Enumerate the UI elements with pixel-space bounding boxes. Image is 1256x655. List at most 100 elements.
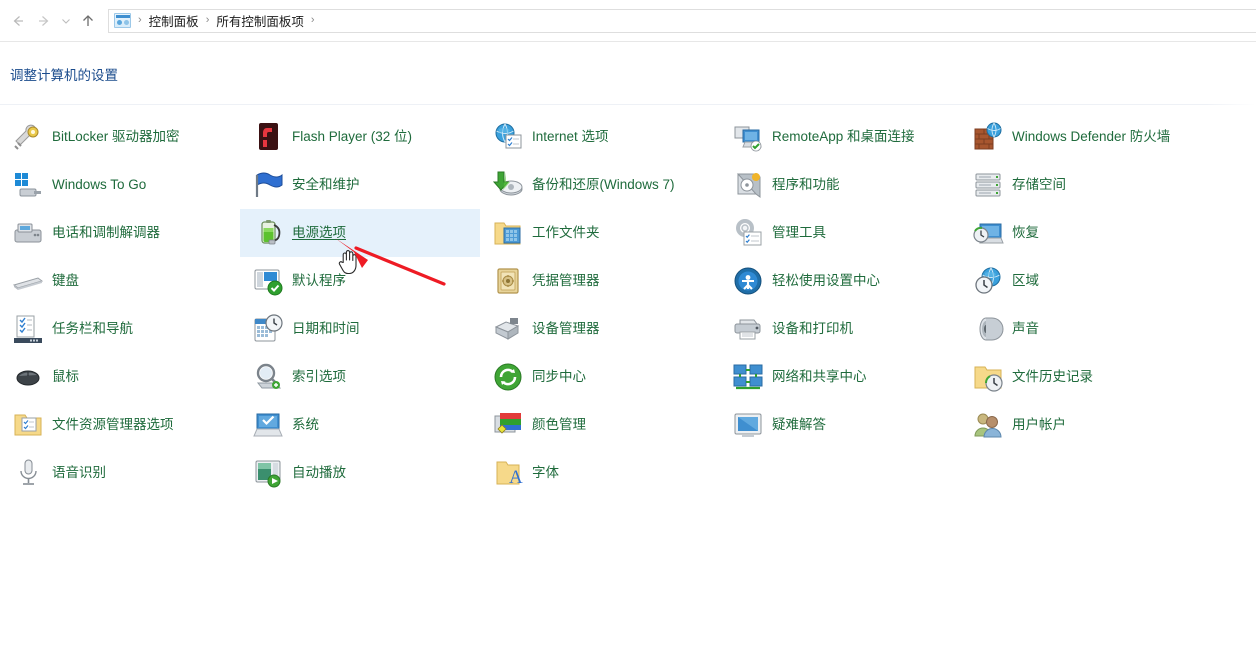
control-panel-item-label: 日期和时间 bbox=[292, 320, 360, 336]
control-panel-item[interactable]: 颜色管理 bbox=[480, 401, 720, 449]
breadcrumb-separator-0[interactable]: › bbox=[131, 15, 149, 26]
recent-locations-button[interactable] bbox=[57, 8, 75, 34]
back-button[interactable] bbox=[5, 8, 31, 34]
items-column-2: Flash Player (32 位) 安全和维护电源选项默认程序日期和时间索引选… bbox=[240, 113, 480, 497]
breadcrumb-separator-2[interactable]: › bbox=[304, 15, 322, 26]
file-explorer-options-icon bbox=[12, 409, 44, 441]
control-panel-item[interactable]: 管理工具 bbox=[720, 209, 960, 257]
control-panel-item-label: 安全和维护 bbox=[292, 176, 360, 192]
control-panel-item-label: 默认程序 bbox=[292, 272, 346, 288]
control-panel-item[interactable]: 自动播放 bbox=[240, 449, 480, 497]
control-panel-item-label: 文件历史记录 bbox=[1012, 368, 1093, 384]
control-panel-item[interactable]: 文件资源管理器选项 bbox=[0, 401, 240, 449]
control-panel-item[interactable]: 电话和调制解调器 bbox=[0, 209, 240, 257]
control-panel-item[interactable]: 任务栏和导航 bbox=[0, 305, 240, 353]
arrow-right-icon bbox=[39, 15, 49, 26]
header-band: 调整计算机的设置 bbox=[0, 41, 1256, 105]
flash-player-icon bbox=[252, 121, 284, 153]
default-programs-icon bbox=[252, 265, 284, 297]
breadcrumb-separator-1[interactable]: › bbox=[199, 15, 217, 26]
administrative-tools-icon bbox=[732, 217, 764, 249]
phone-modem-icon bbox=[12, 217, 44, 249]
breadcrumb-item-all-items[interactable]: 所有控制面板项 bbox=[216, 11, 304, 30]
system-icon bbox=[252, 409, 284, 441]
sync-center-icon bbox=[492, 361, 524, 393]
control-panel-item[interactable]: 工作文件夹 bbox=[480, 209, 720, 257]
control-panel-item-label: Windows Defender 防火墙 bbox=[1012, 128, 1171, 144]
forward-button[interactable] bbox=[31, 8, 57, 34]
control-panel-item[interactable]: 程序和功能 bbox=[720, 161, 960, 209]
control-panel-item[interactable]: 网络和共享中心 bbox=[720, 353, 960, 401]
control-panel-item-label: 设备管理器 bbox=[532, 320, 600, 336]
control-panel-item-label: 存储空间 bbox=[1012, 176, 1066, 192]
control-panel-item-label: 索引选项 bbox=[292, 368, 346, 384]
control-panel-item[interactable]: RemoteApp 和桌面连接 bbox=[720, 113, 960, 161]
up-button[interactable] bbox=[75, 8, 101, 34]
control-panel-item[interactable]: 系统 bbox=[240, 401, 480, 449]
fonts-icon: A bbox=[492, 457, 524, 489]
file-history-icon bbox=[974, 366, 1003, 392]
control-panel-item[interactable]: 日期和时间 bbox=[240, 305, 480, 353]
date-time-icon bbox=[252, 313, 284, 345]
date-time-icon bbox=[254, 314, 283, 342]
recovery-icon bbox=[972, 217, 1004, 249]
control-panel-item[interactable]: 轻松使用设置中心 bbox=[720, 257, 960, 305]
control-panel-item[interactable]: BitLocker 驱动器加密 bbox=[0, 113, 240, 161]
control-panel-item[interactable]: 恢复 bbox=[960, 209, 1250, 257]
control-panel-item[interactable]: 设备管理器 bbox=[480, 305, 720, 353]
credential-manager-icon bbox=[492, 265, 524, 297]
control-panel-item-label: 凭据管理器 bbox=[532, 272, 600, 288]
power-options-icon bbox=[261, 220, 281, 245]
control-panel-item[interactable]: 设备和打印机 bbox=[720, 305, 960, 353]
sync-center-icon bbox=[494, 363, 522, 391]
items-column-5: Windows Defender 防火墙 存储空间恢复区域声音文件历史记录 用户帐户 bbox=[960, 113, 1250, 449]
control-panel-item-label: 键盘 bbox=[52, 272, 79, 288]
control-panel-item[interactable]: A 字体 bbox=[480, 449, 720, 497]
control-panel-item[interactable]: Internet 选项 bbox=[480, 113, 720, 161]
programs-features-icon bbox=[732, 169, 764, 201]
control-panel-item-label: 用户帐户 bbox=[1012, 416, 1066, 432]
control-panel-item-label: 任务栏和导航 bbox=[52, 320, 133, 336]
control-panel-item[interactable]: 电源选项 bbox=[240, 209, 480, 257]
speech-recognition-icon bbox=[20, 459, 37, 485]
control-panel-item[interactable]: 默认程序 bbox=[240, 257, 480, 305]
header-divider bbox=[0, 104, 1256, 105]
control-panel-item[interactable]: 用户帐户 bbox=[960, 401, 1250, 449]
storage-spaces-icon bbox=[975, 173, 1001, 197]
system-icon bbox=[253, 413, 283, 437]
control-panel-item[interactable]: 索引选项 bbox=[240, 353, 480, 401]
work-folders-icon bbox=[494, 222, 521, 245]
breadcrumb-item-control-panel[interactable]: 控制面板 bbox=[149, 11, 199, 30]
control-panel-item-label: 颜色管理 bbox=[532, 416, 586, 432]
fonts-icon: A bbox=[496, 461, 523, 488]
breadcrumb[interactable]: › 控制面板 › 所有控制面板项 › bbox=[108, 8, 1256, 33]
user-accounts-icon bbox=[972, 409, 1004, 441]
control-panel-item[interactable]: 安全和维护 bbox=[240, 161, 480, 209]
control-panel-item[interactable]: 声音 bbox=[960, 305, 1250, 353]
control-panel-item[interactable]: 区域 bbox=[960, 257, 1250, 305]
autoplay-icon bbox=[255, 460, 281, 488]
control-panel-item[interactable]: 存储空间 bbox=[960, 161, 1250, 209]
control-panel-item[interactable]: 同步中心 bbox=[480, 353, 720, 401]
control-panel-item[interactable]: Flash Player (32 位) bbox=[240, 113, 480, 161]
control-panel-item-label: RemoteApp 和桌面连接 bbox=[772, 128, 915, 144]
control-panel-item-label: 区域 bbox=[1012, 272, 1039, 288]
control-panel-item[interactable]: 语音识别 bbox=[0, 449, 240, 497]
user-accounts-icon bbox=[974, 413, 1002, 438]
control-panel-item-label: 字体 bbox=[532, 464, 559, 480]
control-panel-icon bbox=[114, 13, 131, 28]
control-panel-item[interactable]: 文件历史记录 bbox=[960, 353, 1250, 401]
page-title: 调整计算机的设置 bbox=[10, 68, 118, 83]
control-panel-item[interactable]: Windows To Go bbox=[0, 161, 240, 209]
mouse-icon bbox=[12, 361, 44, 393]
control-panel-item[interactable]: Windows Defender 防火墙 bbox=[960, 113, 1250, 161]
control-panel-item[interactable]: 键盘 bbox=[0, 257, 240, 305]
arrow-up-icon bbox=[83, 14, 93, 26]
control-panel-item[interactable]: 疑难解答 bbox=[720, 401, 960, 449]
address-bar: › 控制面板 › 所有控制面板项 › bbox=[0, 0, 1256, 41]
control-panel-item[interactable]: 鼠标 bbox=[0, 353, 240, 401]
control-panel-item[interactable]: 凭据管理器 bbox=[480, 257, 720, 305]
file-history-icon bbox=[972, 361, 1004, 393]
control-panel-item[interactable]: 备份和还原(Windows 7) bbox=[480, 161, 720, 209]
network-sharing-center-icon bbox=[733, 364, 763, 390]
